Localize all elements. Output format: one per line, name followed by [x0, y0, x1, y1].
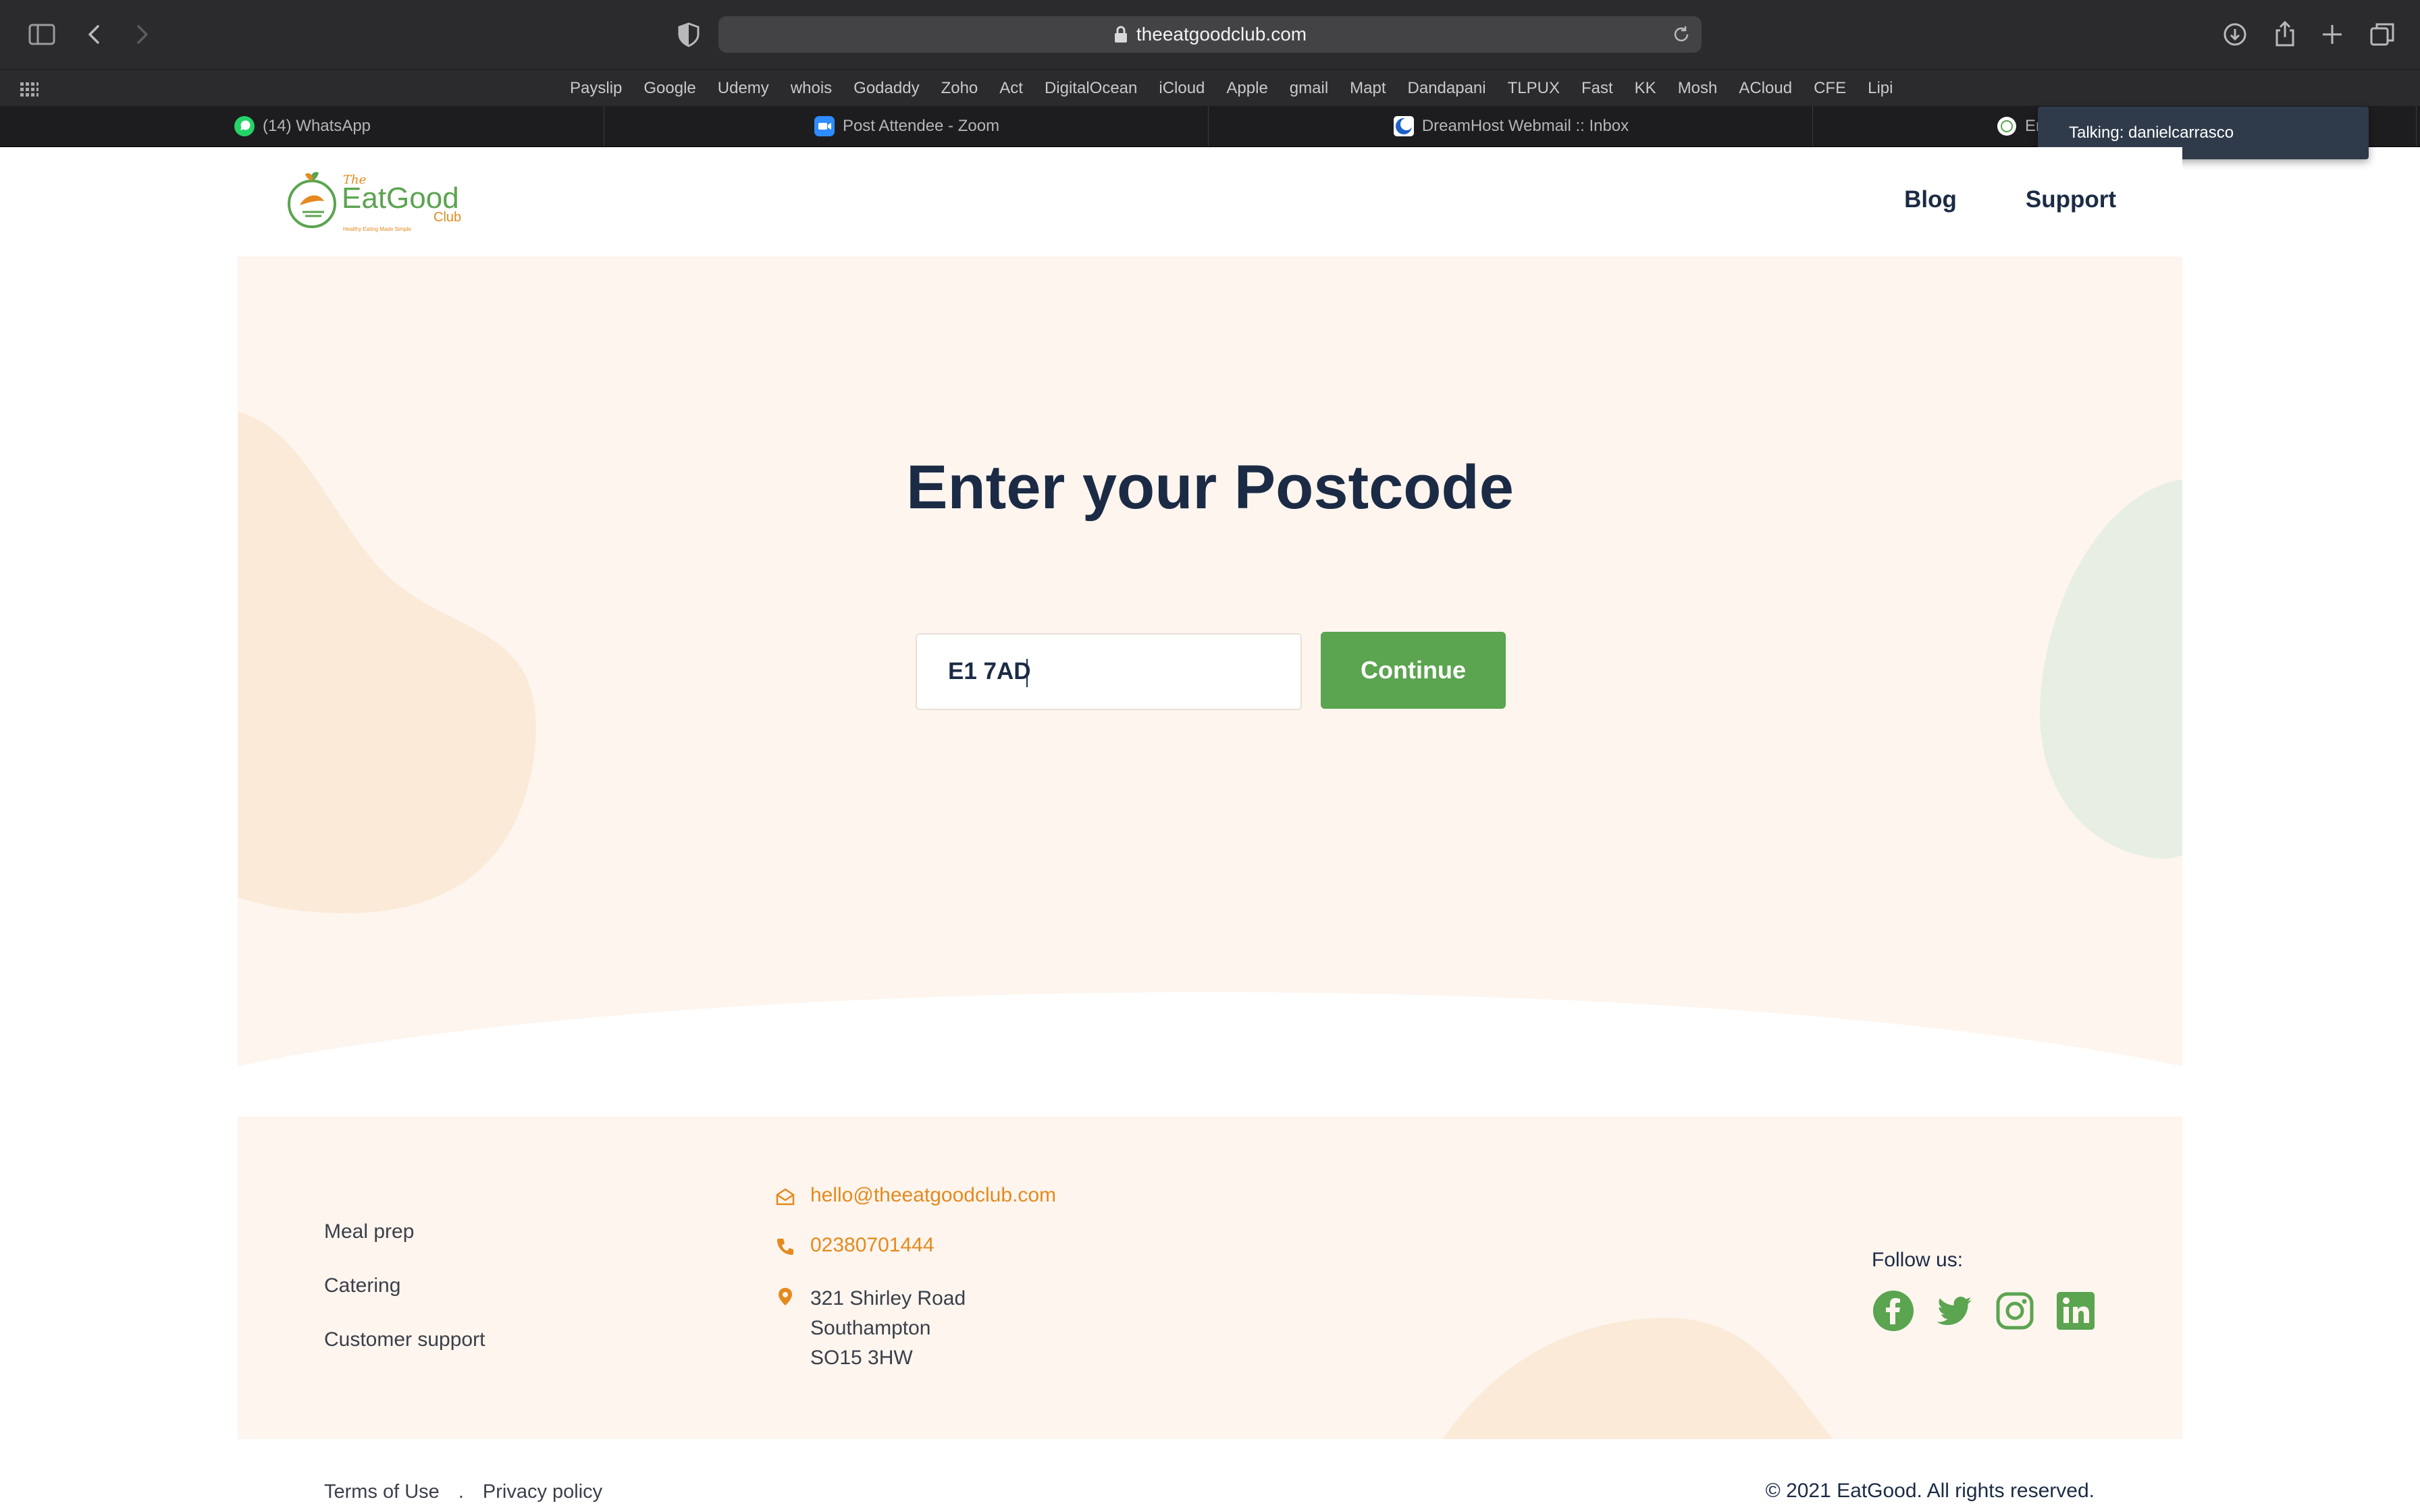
- footer-link-catering[interactable]: Catering: [324, 1274, 485, 1297]
- copyright-text: © 2021 EatGood. All rights reserved.: [1765, 1480, 2095, 1502]
- bookmark-kk[interactable]: KK: [1635, 79, 1656, 98]
- bookmark-mosh[interactable]: Mosh: [1678, 79, 1718, 98]
- forward-icon[interactable]: [126, 18, 158, 51]
- reload-icon[interactable]: [1671, 24, 1692, 45]
- hero-wave: [238, 992, 2182, 1073]
- zoom-icon: [814, 116, 835, 136]
- address-line: SO15 3HW: [810, 1347, 913, 1369]
- tab-overview-icon[interactable]: [2366, 18, 2398, 51]
- tab-label: (14) WhatsApp: [262, 117, 371, 135]
- back-icon[interactable]: [78, 18, 111, 51]
- bookmark-tlpux[interactable]: TLPUX: [1508, 79, 1560, 98]
- contact-info: hello@theeatgoodclub.com 02380701444 321…: [775, 1184, 1056, 1400]
- whatsapp-icon: [234, 116, 255, 136]
- bookmark-zoho[interactable]: Zoho: [941, 79, 978, 98]
- bookmark-whois[interactable]: whois: [791, 79, 832, 98]
- nav-support-link[interactable]: Support: [2026, 186, 2116, 213]
- bookmark-payslip[interactable]: Payslip: [570, 79, 622, 98]
- lock-icon: [1114, 26, 1127, 43]
- bookmark-udemy[interactable]: Udemy: [718, 79, 769, 98]
- phone-icon: [777, 1239, 793, 1255]
- legal-links: Terms of Use . Privacy policy: [324, 1481, 602, 1503]
- social-icons: [1872, 1289, 2097, 1332]
- privacy-shield-icon[interactable]: [673, 18, 705, 51]
- continue-button[interactable]: Continue: [1321, 632, 1506, 709]
- bookmark-gmail[interactable]: gmail: [1290, 79, 1328, 98]
- address-bar[interactable]: theeatgoodclub.com: [718, 16, 1702, 53]
- bookmark-google[interactable]: Google: [643, 79, 695, 98]
- site-header: The EatGood Club Healthy Eating Made Sim…: [238, 147, 2182, 256]
- web-page: The EatGood Club Healthy Eating Made Sim…: [238, 147, 2182, 1512]
- location-pin-icon: [779, 1288, 792, 1305]
- contact-address-row: 321 Shirley Road Southampton SO15 3HW: [775, 1284, 1056, 1373]
- sidebar-toggle-icon[interactable]: [26, 18, 58, 51]
- contact-email-row: hello@theeatgoodclub.com: [775, 1184, 1056, 1207]
- bookmark-act[interactable]: Act: [999, 79, 1023, 98]
- tab-label: Post Attendee - Zoom: [842, 117, 1000, 135]
- main-nav: Blog Support: [1904, 186, 2116, 213]
- linkedin-icon[interactable]: [2054, 1289, 2097, 1332]
- twitter-icon[interactable]: [1932, 1289, 1976, 1332]
- postcode-hero: Enter your Postcode Continue: [238, 256, 2182, 1073]
- address-line: Southampton: [810, 1317, 931, 1339]
- tab-dreamhost[interactable]: DreamHost Webmail :: Inbox: [1209, 106, 1813, 146]
- instagram-icon[interactable]: [1993, 1289, 2036, 1332]
- eatgood-logo[interactable]: The EatGood Club Healthy Eating Made Sim…: [285, 167, 467, 235]
- tab-label: DreamHost Webmail :: Inbox: [1421, 117, 1629, 135]
- site-footer: Meal prep Catering Customer support hell…: [238, 1116, 2182, 1439]
- mail-icon: [776, 1188, 795, 1206]
- footer-links: Meal prep Catering Customer support: [324, 1220, 485, 1382]
- new-tab-icon[interactable]: [2316, 18, 2348, 51]
- bookmark-acloud[interactable]: ACloud: [1739, 79, 1792, 98]
- phone-link[interactable]: 02380701444: [810, 1234, 935, 1257]
- tab-whatsapp[interactable]: (14) WhatsApp: [0, 106, 604, 146]
- footer-link-meal-prep[interactable]: Meal prep: [324, 1220, 485, 1243]
- bookmark-digitalocean[interactable]: DigitalOcean: [1045, 79, 1137, 98]
- legal-separator: .: [458, 1481, 464, 1503]
- address-block: 321 Shirley Road Southampton SO15 3HW: [810, 1284, 966, 1373]
- apps-grid-icon[interactable]: [19, 79, 39, 99]
- logo-tagline: Healthy Eating Made Simple: [343, 226, 411, 232]
- facebook-icon[interactable]: [1872, 1289, 1915, 1332]
- address-line: 321 Shirley Road: [810, 1287, 966, 1310]
- page-title: Enter your Postcode: [906, 453, 1514, 522]
- url-text: theeatgoodclub.com: [1136, 24, 1307, 45]
- bookmark-godaddy[interactable]: Godaddy: [853, 79, 919, 98]
- privacy-link[interactable]: Privacy policy: [483, 1481, 602, 1503]
- bookmark-dandapani[interactable]: Dandapani: [1408, 79, 1486, 98]
- follow-label: Follow us:: [1872, 1249, 1964, 1271]
- eatgood-icon: [1997, 117, 2016, 136]
- email-link[interactable]: hello@theeatgoodclub.com: [810, 1184, 1056, 1207]
- bookmark-lipi[interactable]: Lipi: [1868, 79, 1893, 98]
- dreamhost-icon: [1393, 116, 1414, 136]
- browser-toolbar: theeatgoodclub.com: [0, 0, 2420, 70]
- downloads-icon[interactable]: [2219, 18, 2251, 51]
- bookmark-cfe[interactable]: CFE: [1814, 79, 1846, 98]
- bookmark-list: Payslip Google Udemy whois Godaddy Zoho …: [570, 79, 1914, 98]
- social-follow: Follow us:: [1872, 1249, 2097, 1332]
- tab-zoom[interactable]: Post Attendee - Zoom: [604, 106, 1209, 146]
- nav-blog-link[interactable]: Blog: [1904, 186, 1957, 213]
- share-icon[interactable]: [2269, 18, 2301, 51]
- bookmark-icloud[interactable]: iCloud: [1159, 79, 1205, 98]
- legal-bar: Terms of Use . Privacy policy © 2021 Eat…: [238, 1439, 2182, 1512]
- footer-link-customer-support[interactable]: Customer support: [324, 1328, 485, 1351]
- tooltip-text: Talking: danielcarrasco: [2069, 124, 2234, 142]
- logo-sub-text: Club: [433, 210, 461, 225]
- text-caret: [1026, 659, 1028, 687]
- decorative-blob: [2039, 479, 2182, 859]
- terms-link[interactable]: Terms of Use: [324, 1481, 440, 1503]
- contact-phone-row: 02380701444: [775, 1234, 1056, 1257]
- bookmark-mapt[interactable]: Mapt: [1350, 79, 1386, 98]
- postcode-input[interactable]: [916, 633, 1302, 710]
- bookmark-fast[interactable]: Fast: [1581, 79, 1613, 98]
- bookmark-apple[interactable]: Apple: [1226, 79, 1267, 98]
- bookmarks-bar: Payslip Google Udemy whois Godaddy Zoho …: [0, 70, 2420, 106]
- decorative-blob: [238, 411, 536, 913]
